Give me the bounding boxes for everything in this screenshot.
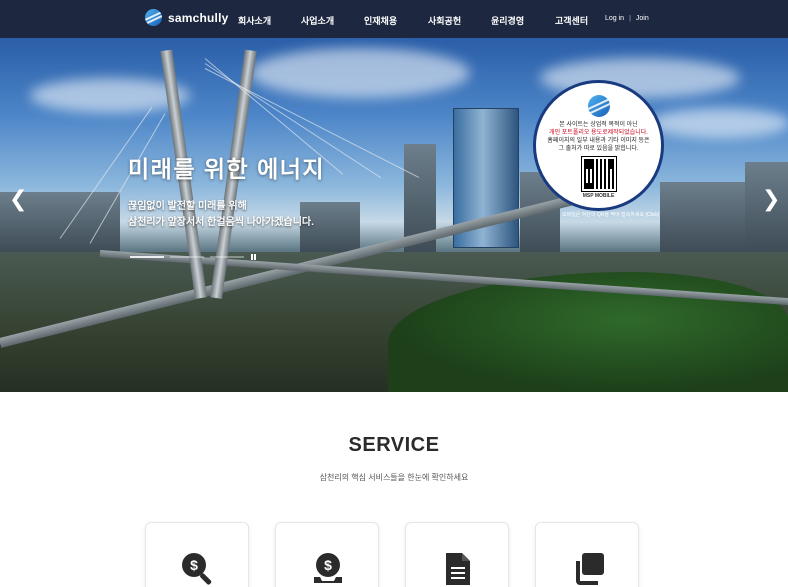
logo[interactable]: samchully <box>145 9 229 26</box>
cloud <box>250 48 470 98</box>
hero-subtitle-line: 끊임없이 발전할 미래를 위해 <box>128 201 247 212</box>
join-link[interactable]: Join <box>636 15 649 22</box>
site-header: samchully 회사소개 사업소개 인재채용 사회공헌 윤리경영 고객센터 … <box>0 0 788 38</box>
nav-item-careers[interactable]: 인재채용 <box>364 14 397 27</box>
slide-indicator[interactable] <box>170 256 204 258</box>
chevron-right-icon[interactable]: ❯ <box>762 186 780 212</box>
chevron-left-icon[interactable]: ❮ <box>9 186 27 212</box>
slide-indicator[interactable] <box>210 256 244 258</box>
cloud <box>650 108 788 138</box>
service-card[interactable] <box>405 522 509 587</box>
brand-name: samchully <box>168 10 229 25</box>
nav-item-business[interactable]: 사업소개 <box>301 14 334 27</box>
user-links: Log in | Join <box>605 15 649 22</box>
pause-icon[interactable] <box>251 254 256 260</box>
notice-text: 개인 포트폴리오 용도로제작되었습니다. <box>549 130 648 136</box>
portfolio-notice-badge: 본 사이트는 상업적 목적이 아닌 개인 포트폴리오 용도로제작되었습니다. 홈… <box>533 80 664 211</box>
service-card[interactable]: $ <box>275 522 379 587</box>
dollar-search-icon: $ <box>182 553 212 585</box>
samchully-logo-icon <box>145 9 162 26</box>
nav-item-ethics[interactable]: 윤리경영 <box>491 14 524 27</box>
notice-text: 그 출처가 따로 있음을 밝힙니다. <box>558 146 639 152</box>
hero-title: 미래를 위한 에너지 <box>128 156 326 182</box>
samchully-logo-icon <box>587 95 610 117</box>
document-icon <box>446 553 470 585</box>
nav-item-support[interactable]: 고객센터 <box>555 14 588 27</box>
section-subtitle: 삼천리의 핵심 서비스들을 한눈에 확인하세요 <box>319 473 469 482</box>
section-title: SERVICE <box>348 434 440 456</box>
hero-banner: 미래를 위한 에너지 끊임없이 발전할 미래를 위해 삼천리가 앞장서서 한걸음… <box>0 38 788 392</box>
mobile-link[interactable]: 모바일은 하단의 QR을 찍어 접속하세요 [Click] <box>562 211 659 218</box>
copy-icon <box>576 553 604 585</box>
slide-indicator-active[interactable] <box>130 256 164 258</box>
svg-text:$: $ <box>190 557 198 573</box>
login-link[interactable]: Log in <box>605 15 624 22</box>
nav-item-contribution[interactable]: 사회공헌 <box>428 14 461 27</box>
service-card[interactable] <box>535 522 639 587</box>
notice-text: 본 사이트는 상업적 목적이 아닌 <box>559 122 638 128</box>
nav-item-company[interactable]: 회사소개 <box>238 14 271 27</box>
svg-text:$: $ <box>324 557 332 573</box>
divider: | <box>629 15 631 22</box>
service-card[interactable]: $ <box>145 522 249 587</box>
qr-code-icon[interactable] <box>580 156 617 192</box>
notice-text: 홈페이지의 일부 내용과 기타 이미지 등은 <box>547 138 650 144</box>
hero-subtitle: 끊임없이 발전할 미래를 위해 삼천리가 앞장서서 한걸음씩 나아가겠습니다. <box>128 199 314 231</box>
dollar-coin-icon: $ <box>314 553 342 583</box>
hero-subtitle-line: 삼천리가 앞장서서 한걸음씩 나아가겠습니다. <box>128 217 314 228</box>
